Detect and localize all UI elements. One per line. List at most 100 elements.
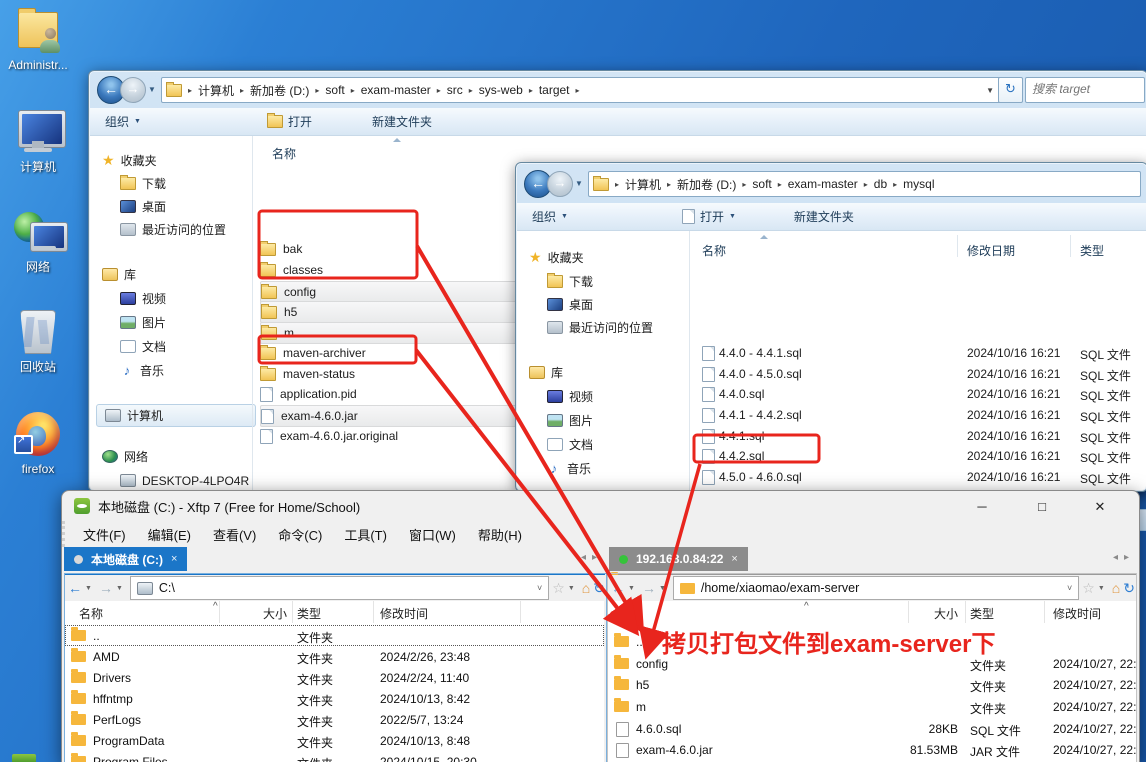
tab-scroll-arrows[interactable]: ◂▸ [581, 552, 603, 563]
breadcrumb-segment[interactable]: 新加卷 (D:) [677, 176, 736, 193]
remote-path-input[interactable]: /home/xiaomao/exam-server ˅ [672, 576, 1080, 600]
maximize-button[interactable]: □ [1025, 495, 1059, 519]
tab-close-icon[interactable]: × [731, 553, 737, 565]
menu-file[interactable]: 文件(F) [83, 525, 126, 544]
sidebar-item-documents[interactable]: 文档 [547, 434, 593, 455]
desktop-icon-firefox[interactable]: firefox [0, 410, 76, 476]
close-button[interactable]: ✕ [1083, 495, 1117, 519]
home-icon[interactable]: ⌂ [1112, 580, 1120, 596]
column-divider[interactable] [373, 601, 374, 623]
breadcrumb-segment[interactable]: 计算机 [198, 82, 234, 99]
file-row[interactable]: 4.4.2.sql 2024/10/16 16:21 SQL 文件 [692, 446, 1146, 466]
sidebar-item-downloads[interactable]: 下载 [120, 173, 166, 194]
refresh-button[interactable]: ↻ [998, 77, 1023, 103]
column-header-name[interactable]: 名称 [79, 605, 103, 622]
file-row[interactable]: maven-archiver [260, 343, 522, 363]
sidebar-item-desktop-4lpo4r[interactable]: DESKTOP-4LPO4R [120, 470, 249, 491]
menu-tools[interactable]: 工具(T) [344, 525, 387, 544]
sidebar-item-desktop[interactable]: 桌面 [120, 196, 166, 217]
tab-local-disk-c[interactable]: 本地磁盘 (C:) × [64, 547, 188, 571]
open-button[interactable]: 打开 ▼ [673, 203, 745, 230]
menu-command[interactable]: 命令(C) [278, 525, 322, 544]
file-row[interactable]: .. 文件夹 [65, 625, 604, 646]
column-header-name[interactable]: 名称 [272, 145, 296, 162]
menu-help[interactable]: 帮助(H) [478, 525, 522, 544]
breadcrumb-dropdown-icon[interactable]: ▼ [982, 86, 998, 95]
sidebar-item-libraries[interactable]: 库 [529, 362, 563, 383]
breadcrumb[interactable]: ▸ 计算机 ▸ 新加卷 (D:) ▸ soft ▸ exam-master ▸ db ▸ m… [588, 171, 1141, 197]
refresh-icon[interactable]: ↻ [1123, 580, 1135, 597]
breadcrumb-segment[interactable]: sys-web [479, 83, 523, 97]
new-folder-button[interactable]: 新建文件夹 [785, 203, 863, 230]
tab-close-icon[interactable]: × [171, 553, 177, 565]
file-row[interactable]: m 文件夹 2024/10/27, 22:0 [608, 696, 1136, 717]
breadcrumb-segment[interactable]: db [874, 177, 887, 191]
caret-icon[interactable]: ▼ [85, 585, 92, 592]
sidebar-item-pictures[interactable]: 图片 [120, 312, 166, 333]
sidebar-item-documents[interactable]: 文档 [120, 336, 166, 357]
sidebar-item-music[interactable]: ♪ 音乐 [120, 360, 164, 381]
column-header-date[interactable]: 修改时间 [1053, 605, 1101, 622]
column-divider[interactable] [908, 601, 909, 623]
file-row[interactable]: maven-status [260, 364, 522, 384]
breadcrumb-segment[interactable]: soft [752, 177, 771, 191]
tab-scroll-arrows[interactable]: ◂▸ [1113, 552, 1135, 563]
new-folder-button[interactable]: 新建文件夹 [363, 108, 441, 135]
caret-icon[interactable]: ▼ [628, 585, 635, 592]
file-row[interactable]: exam-4.6.0.jar [260, 405, 524, 427]
desktop-icon-computer[interactable]: 计算机 [0, 106, 76, 175]
column-header-name[interactable]: 名称 [702, 242, 726, 259]
sidebar-item-videos[interactable]: 视频 [120, 288, 166, 309]
column-header-size[interactable]: 大小 [926, 605, 958, 622]
breadcrumb-segment[interactable]: mysql [903, 177, 934, 191]
dropdown-icon[interactable]: ˅ [537, 583, 542, 593]
column-divider[interactable] [520, 601, 521, 623]
caret-icon[interactable]: ▼ [568, 585, 575, 592]
local-path-input[interactable]: C:\ ˅ [129, 576, 550, 600]
file-row[interactable]: 4.4.0.sql 2024/10/16 16:21 SQL 文件 [692, 384, 1146, 404]
desktop-icon-network[interactable]: 网络 [0, 206, 76, 275]
file-row[interactable]: 4.4.0 - 4.5.0.sql 2024/10/16 16:21 SQL 文件 [692, 364, 1146, 384]
nav-history-dropdown[interactable]: ▼ [575, 179, 583, 188]
column-header-date[interactable]: 修改时间 [380, 605, 428, 622]
column-header-date[interactable]: 修改日期 [967, 242, 1015, 259]
column-divider[interactable] [1044, 601, 1045, 623]
breadcrumb-segment[interactable]: src [447, 83, 463, 97]
sidebar-item-favorites[interactable]: ★ 收藏夹 [102, 150, 157, 171]
file-row[interactable]: classes [260, 260, 522, 280]
breadcrumb-segment[interactable]: exam-master [788, 177, 858, 191]
file-row[interactable]: PerfLogs 文件夹 2022/5/7, 13:24 [65, 709, 604, 730]
file-row[interactable]: 4.4.0 - 4.4.1.sql 2024/10/16 16:21 SQL 文件 [692, 343, 1146, 363]
sidebar-item-videos[interactable]: 视频 [547, 386, 593, 407]
caret-icon[interactable]: ▼ [659, 585, 666, 592]
organize-button[interactable]: 组织 ▼ [523, 203, 577, 230]
forward-button[interactable]: → [120, 77, 146, 103]
file-row[interactable]: ProgramData 文件夹 2024/10/13, 8:48 [65, 730, 604, 751]
column-header-size[interactable]: 大小 [255, 605, 287, 622]
file-row[interactable]: exam-4.6.0.jar 81.53MB JAR 文件 2024/10/27, 2… [608, 739, 1136, 760]
file-row[interactable]: application.pid [260, 384, 522, 404]
column-header-type[interactable]: 类型 [297, 605, 321, 622]
breadcrumb-segment[interactable]: target [539, 83, 570, 97]
search-box[interactable] [1025, 77, 1146, 103]
favorites-star-icon[interactable]: ☆ [1082, 580, 1095, 597]
organize-button[interactable]: 组织 ▼ [96, 108, 150, 135]
column-divider[interactable] [292, 601, 293, 623]
menu-window[interactable]: 窗口(W) [409, 525, 456, 544]
file-row[interactable]: m [260, 322, 524, 344]
forward-icon[interactable]: → [642, 580, 656, 596]
home-icon[interactable]: ⌂ [582, 580, 590, 596]
column-header-type[interactable]: 类型 [970, 605, 994, 622]
file-row[interactable]: h5 文件夹 2024/10/27, 22:0 [608, 674, 1136, 695]
file-row[interactable]: 4.5.0 - 4.6.0.sql 2024/10/16 16:21 SQL 文件 [692, 467, 1146, 487]
sidebar-item-libraries[interactable]: 库 [102, 264, 136, 285]
column-header-type[interactable]: 类型 [1080, 242, 1104, 259]
sidebar-item-pictures[interactable]: 图片 [547, 410, 593, 431]
menu-view[interactable]: 查看(V) [213, 525, 256, 544]
file-row[interactable]: hffntmp 文件夹 2024/10/13, 8:42 [65, 688, 604, 709]
column-header-name[interactable]: 名称 [614, 605, 638, 622]
caret-icon[interactable]: ▼ [1098, 585, 1105, 592]
favorites-star-icon[interactable]: ☆ [552, 580, 565, 597]
forward-icon[interactable]: → [99, 580, 113, 596]
minimize-button[interactable]: ─ [965, 495, 999, 519]
